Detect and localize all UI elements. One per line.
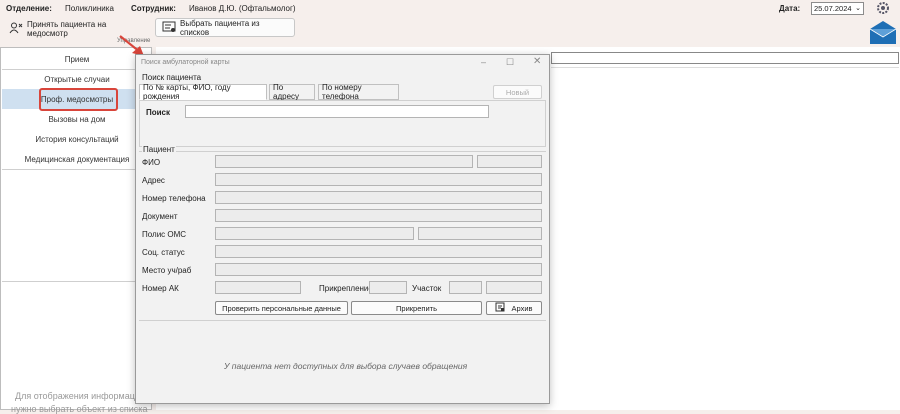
tab-card-number[interactable]: По № карты, ФИО, году рождения — [139, 83, 267, 101]
divider — [2, 169, 152, 170]
sidebar-item-open-cases[interactable]: Открытые случаи — [2, 69, 152, 89]
tab-label: По № карты, ФИО, году рождения — [143, 83, 231, 101]
department-value: Поликлиника — [65, 4, 114, 13]
ak-number-field[interactable] — [215, 281, 301, 294]
highlight-box — [39, 88, 118, 111]
sidebar-item-home-visits[interactable]: Вызовы на дом — [2, 109, 152, 129]
attach-label: Прикрепить — [396, 303, 437, 313]
social-status-field[interactable] — [215, 245, 542, 258]
sidebar-item-medical-docs[interactable]: Медицинская документация — [2, 149, 152, 169]
archive-button[interactable]: Архив — [486, 301, 542, 315]
document-label: Документ — [142, 212, 178, 221]
oms-series-field[interactable] — [215, 227, 414, 240]
address-field[interactable] — [215, 173, 542, 186]
search-group-label: Поиск пациента — [142, 73, 202, 82]
list-select-icon — [162, 21, 176, 35]
minimize-icon[interactable]: – — [481, 57, 486, 67]
workplace-label: Место уч/раб — [142, 266, 192, 275]
chevron-down-icon: ⌄ — [855, 5, 861, 12]
district-field[interactable] — [449, 281, 482, 294]
empty-hint-line2: нужно выбрать объект из списка — [11, 404, 148, 414]
tab-label: По номеру телефона — [322, 83, 362, 101]
tab-address[interactable]: По адресу — [269, 83, 315, 101]
empty-cases-message: У пациента нет доступных для выбора случ… — [224, 361, 468, 371]
check-personal-data-label: Проверить персональные данные — [222, 303, 341, 313]
date-label: Дата: — [779, 4, 801, 13]
fio-field[interactable] — [215, 155, 473, 168]
department-label: Отделение: — [6, 4, 52, 13]
search-input[interactable] — [185, 105, 489, 118]
maximize-icon[interactable]: ☐ — [506, 57, 514, 68]
patient-group-label: Пациент — [142, 145, 176, 154]
main-filter-field[interactable] — [551, 52, 899, 64]
sidebar-item-label: История консультаций — [35, 134, 119, 144]
employee-label: Сотрудник: — [131, 4, 176, 13]
employee-value: Иванов Д.Ю. (Офтальмолог) — [189, 4, 296, 13]
new-button[interactable]: Новый — [493, 85, 542, 99]
divider — [139, 151, 546, 152]
tab-phone[interactable]: По номеру телефона — [318, 83, 399, 101]
sidebar-item-label: Вызовы на дом — [48, 114, 106, 124]
address-label: Адрес — [142, 176, 165, 185]
sidebar-item-consult-history[interactable]: История консультаций — [2, 129, 152, 149]
tab-label: По адресу — [273, 83, 300, 101]
divider — [139, 320, 546, 321]
search-label: Поиск — [146, 108, 171, 117]
date-picker[interactable]: 25.07.2024 ⌄ — [811, 2, 864, 15]
phone-label: Номер телефона — [142, 194, 206, 203]
birth-year-field[interactable] — [477, 155, 542, 168]
workplace-field[interactable] — [215, 263, 542, 276]
district-extra-field[interactable] — [486, 281, 542, 294]
gear-icon[interactable] — [876, 1, 890, 15]
search-card-dialog: Поиск амбулаторной карты – ☐ ✕ Поиск пац… — [135, 54, 550, 404]
attach-button[interactable]: Прикрепить — [351, 301, 482, 315]
date-value: 25.07.2024 — [814, 4, 852, 13]
sidebar-item-label: Прием — [64, 54, 90, 64]
fio-label: ФИО — [142, 158, 161, 167]
close-icon[interactable]: ✕ — [533, 56, 541, 67]
empty-hint-line1: Для отображения информац — [15, 391, 135, 401]
archive-icon — [495, 302, 505, 314]
divider — [2, 281, 152, 282]
district-label: Участок — [412, 284, 442, 293]
archive-label: Архив — [511, 303, 533, 313]
social-status-label: Соц. статус — [142, 248, 185, 257]
dialog-title: Поиск амбулаторной карты — [141, 59, 230, 66]
oms-number-field[interactable] — [418, 227, 542, 240]
ak-number-label: Номер АК — [142, 284, 179, 293]
attachment-field[interactable] — [369, 281, 407, 294]
phone-field[interactable] — [215, 191, 542, 204]
select-patient-button[interactable]: Выбрать пациента из списков — [155, 18, 295, 37]
select-patient-label: Выбрать пациента из списков — [180, 18, 260, 37]
oms-label: Полис ОМС — [142, 230, 187, 239]
sidebar-item-label: Медицинская документация — [24, 154, 130, 164]
attachment-label: Прикрепление — [319, 284, 373, 293]
envelope-logo-icon — [869, 19, 897, 45]
new-label: Новый — [505, 87, 530, 97]
divider — [551, 67, 899, 68]
check-personal-data-button[interactable]: Проверить персональные данные — [215, 301, 348, 315]
document-field[interactable] — [215, 209, 542, 222]
sidebar-item-label: Открытые случаи — [44, 74, 110, 84]
user-cross-icon — [9, 22, 23, 36]
top-bar: Отделение: Поликлиника Сотрудник: Иванов… — [0, 0, 900, 17]
